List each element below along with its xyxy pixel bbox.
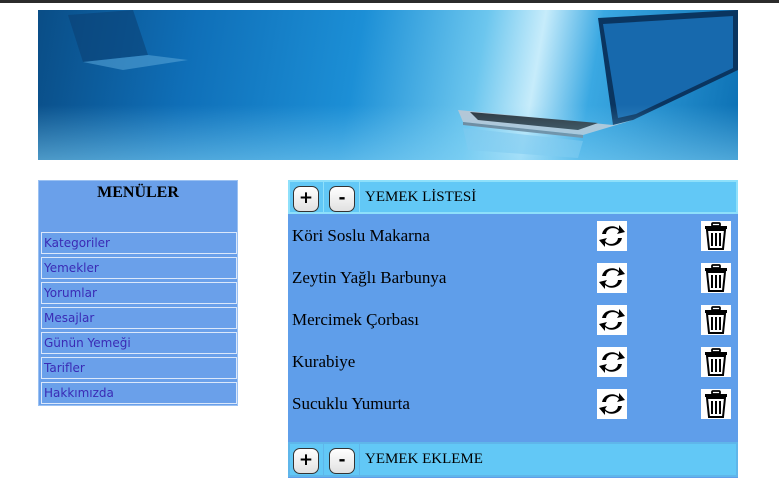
- expand-list-button[interactable]: +: [293, 186, 319, 212]
- collapse-list-button[interactable]: -: [329, 186, 355, 212]
- menu-item-tarifler[interactable]: Tarifler: [41, 357, 237, 379]
- top-border-line: [0, 0, 779, 3]
- menu-item-hakkimizda[interactable]: Hakkımızda: [41, 382, 237, 404]
- header-banner-image: [38, 10, 738, 160]
- food-row: Kurabiye: [288, 344, 738, 382]
- menu-item-yemekler[interactable]: Yemekler: [41, 257, 237, 279]
- refresh-icon[interactable]: [597, 263, 627, 293]
- divider: [359, 444, 360, 475]
- food-list-header: + - YEMEK LİSTESİ: [288, 180, 738, 214]
- refresh-icon[interactable]: [597, 221, 627, 251]
- food-panel: + - YEMEK LİSTESİ Köri Soslu Makarna Zey…: [288, 180, 738, 478]
- food-list-title: YEMEK LİSTESİ: [365, 189, 477, 205]
- menu-item-yorumlar[interactable]: Yorumlar: [41, 282, 237, 304]
- food-row: Zeytin Yağlı Barbunya: [288, 260, 738, 298]
- food-name: Zeytin Yağlı Barbunya: [292, 268, 447, 287]
- food-name: Köri Soslu Makarna: [292, 226, 430, 245]
- divider: [323, 444, 324, 475]
- divider: [359, 182, 360, 212]
- refresh-icon[interactable]: [597, 305, 627, 335]
- food-row: Mercimek Çorbası: [288, 302, 738, 340]
- banner-reflection: [38, 105, 738, 160]
- trash-icon[interactable]: [701, 305, 731, 335]
- trash-icon[interactable]: [701, 263, 731, 293]
- menu-title: MENÜLER: [97, 184, 179, 201]
- refresh-icon[interactable]: [597, 347, 627, 377]
- sidebar-menu: MENÜLER Kategoriler Yemekler Yorumlar Me…: [38, 180, 238, 406]
- food-row: Köri Soslu Makarna: [288, 218, 738, 256]
- expand-add-button[interactable]: +: [293, 448, 319, 474]
- food-name: Mercimek Çorbası: [292, 310, 419, 329]
- menu-list: Kategoriler Yemekler Yorumlar Mesajlar G…: [41, 232, 237, 407]
- food-add-header: + - YEMEK EKLEME: [288, 442, 738, 477]
- food-name: Kurabiye: [292, 352, 356, 371]
- menu-item-kategoriler[interactable]: Kategoriler: [41, 232, 237, 254]
- refresh-icon[interactable]: [597, 389, 627, 419]
- menu-item-gunun-yemegi[interactable]: Günün Yemeği: [41, 332, 237, 354]
- food-row: Sucuklu Yumurta: [288, 386, 738, 424]
- food-name: Sucuklu Yumurta: [292, 394, 410, 413]
- menu-item-mesajlar[interactable]: Mesajlar: [41, 307, 237, 329]
- trash-icon[interactable]: [701, 389, 731, 419]
- collapse-add-button[interactable]: -: [329, 448, 355, 474]
- food-add-title: YEMEK EKLEME: [365, 451, 483, 467]
- divider: [323, 182, 324, 212]
- trash-icon[interactable]: [701, 221, 731, 251]
- trash-icon[interactable]: [701, 347, 731, 377]
